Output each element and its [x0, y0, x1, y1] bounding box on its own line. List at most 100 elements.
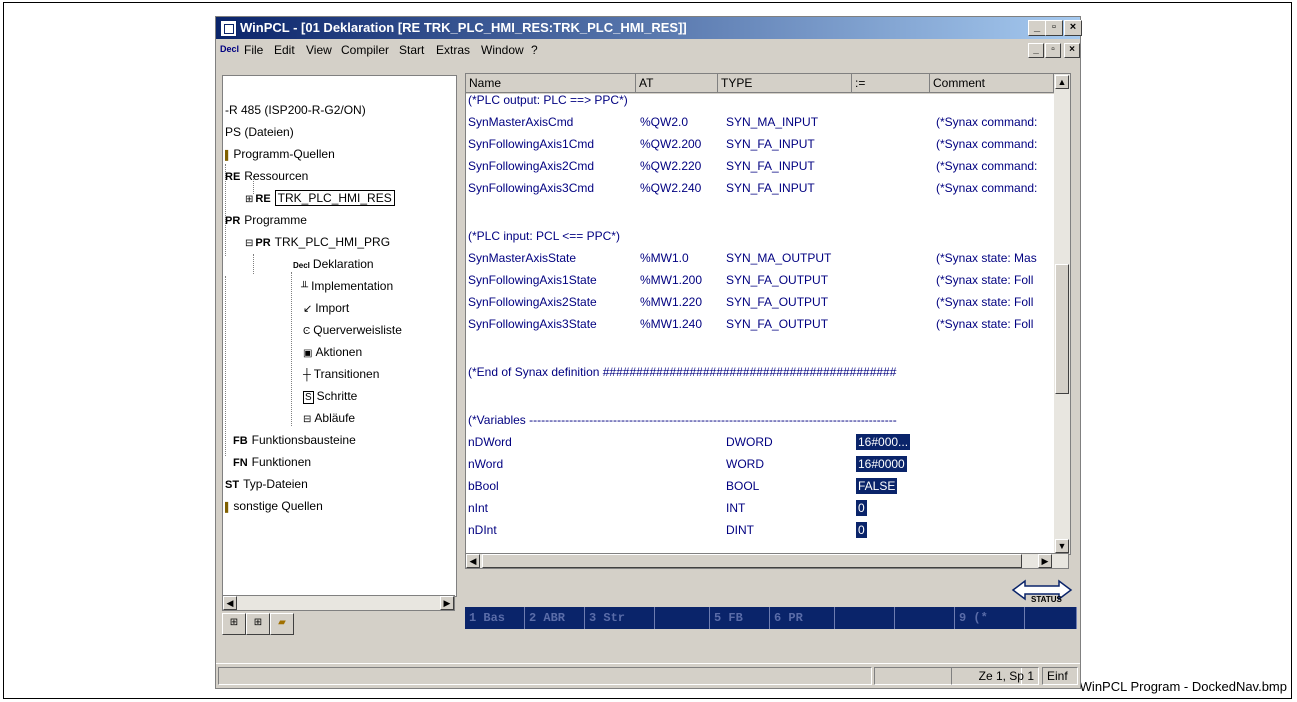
- editor-line[interactable]: nInt INT 0: [468, 500, 1058, 516]
- scroll-up-icon[interactable]: ▲: [1055, 75, 1069, 89]
- folder-icon: ▌: [225, 150, 232, 160]
- editor-line[interactable]: nWord WORD 16#0000: [468, 456, 1058, 472]
- menu-compiler[interactable]: Compiler: [341, 43, 389, 57]
- editor-tabstrip: 1 Bas 2 ABR 3 Str 5 FB 6 PR 9 (*: [465, 607, 1077, 629]
- minimize-button[interactable]: _: [1028, 20, 1046, 36]
- menu-window[interactable]: Window: [481, 43, 524, 57]
- scroll-right-icon[interactable]: ▶: [1038, 554, 1052, 568]
- tab-7[interactable]: [835, 607, 895, 629]
- editor-line[interactable]: SynFollowingAxis3Cmd %QW2.240 SYN_FA_INPUT…: [468, 180, 1058, 196]
- tree-item[interactable]: S Schritte: [303, 388, 357, 404]
- editor-line[interactable]: nDWord DWORD 16#000...: [468, 434, 1058, 450]
- tab-3[interactable]: 3 Str: [585, 607, 655, 629]
- menu-start[interactable]: Start: [399, 43, 424, 57]
- tab-5[interactable]: 5 FB: [710, 607, 770, 629]
- scroll-thumb[interactable]: [1055, 264, 1069, 394]
- app-icon: [220, 20, 237, 37]
- scroll-left-icon[interactable]: ◀: [466, 554, 480, 568]
- collapse-icon[interactable]: ⊟: [245, 238, 253, 249]
- maximize-button[interactable]: ▫: [1045, 20, 1063, 36]
- expand-icon[interactable]: ⊞: [245, 194, 253, 205]
- cursor-position: Ze 1, Sp 1: [951, 667, 1039, 685]
- scroll-left-icon[interactable]: ◀: [223, 596, 237, 610]
- folder-icon: ▌: [225, 502, 232, 512]
- tree-item[interactable]: Ͼ Querverweisliste: [303, 322, 402, 338]
- tab-10[interactable]: [1025, 607, 1077, 629]
- tree-item[interactable]: ⊟ Abläufe: [303, 410, 355, 426]
- tree-item[interactable]: ┼ Transitionen: [303, 366, 379, 382]
- scroll-right-icon[interactable]: ▶: [440, 596, 454, 610]
- tab-8[interactable]: [895, 607, 955, 629]
- editor-horizontal-scrollbar[interactable]: ◀ ▶: [465, 553, 1069, 569]
- tree-item[interactable]: PS (Dateien): [225, 124, 294, 140]
- resource-view-tab-icon[interactable]: ⊞: [246, 613, 270, 635]
- menu-edit[interactable]: Edit: [274, 43, 295, 57]
- tree-item[interactable]: FN Funktionen: [233, 454, 311, 470]
- menu-extras[interactable]: Extras: [436, 43, 470, 57]
- tab-9[interactable]: 9 (*: [955, 607, 1025, 629]
- actions-icon: ▣: [303, 348, 313, 359]
- status-button[interactable]: STATUS: [1011, 579, 1073, 605]
- editor-line[interactable]: SynMasterAxisState %MW1.0 SYN_MA_OUTPUT (*S…: [468, 250, 1058, 266]
- navigator-tabs: ⊞ ⊞ ▰: [222, 613, 455, 635]
- winpcl-window: WinPCL - [01 Deklaration [RE TRK_PLC_HMI…: [215, 16, 1082, 689]
- tree-item[interactable]: ST Typ-Dateien: [225, 476, 308, 492]
- menu-help[interactable]: ?: [531, 43, 538, 57]
- tab-6[interactable]: 6 PR: [770, 607, 835, 629]
- declaration-editor[interactable]: Name AT TYPE := Comment (*PLC output: PL…: [465, 73, 1071, 555]
- window-title: WinPCL - [01 Deklaration [RE TRK_PLC_HMI…: [240, 20, 687, 35]
- col-type[interactable]: TYPE: [718, 74, 852, 93]
- scroll-thumb[interactable]: [482, 554, 1022, 568]
- tab-4[interactable]: [655, 607, 710, 629]
- tab-2[interactable]: 2 ABR: [525, 607, 585, 629]
- close-button[interactable]: ×: [1064, 20, 1082, 36]
- tree-item[interactable]: ▣ Aktionen: [303, 344, 362, 360]
- tree-item[interactable]: PR Programme: [225, 212, 307, 228]
- editor-line[interactable]: (*End of Synax definition ##############…: [468, 364, 1054, 380]
- tree-item-selected[interactable]: ⊞ RE TRK_PLC_HMI_RES: [245, 190, 395, 206]
- editor-line[interactable]: bBool BOOL FALSE: [468, 478, 1058, 494]
- tree-item[interactable]: Decl Deklaration: [293, 256, 374, 272]
- col-comment[interactable]: Comment: [930, 74, 1054, 93]
- tree-item[interactable]: RE Ressourcen: [225, 168, 308, 184]
- tree-item[interactable]: ↙ Import: [303, 300, 349, 316]
- tree-item[interactable]: -R 485 (ISP200-R-G2/ON): [225, 102, 366, 118]
- mdi-maximize-button[interactable]: ▫: [1045, 43, 1061, 58]
- tree-item[interactable]: ╨ Implementation: [301, 278, 393, 294]
- crossref-icon: Ͼ: [303, 326, 311, 337]
- menu-bar: Decl File Edit View Compiler Start Extra…: [216, 40, 1080, 60]
- mdi-minimize-button[interactable]: _: [1028, 43, 1044, 58]
- tree-item[interactable]: ⊟ PR TRK_PLC_HMI_PRG: [245, 234, 390, 250]
- tree-item[interactable]: ▌ sonstige Quellen: [225, 498, 323, 514]
- editor-line[interactable]: nDInt DINT 0: [468, 522, 1058, 538]
- col-at[interactable]: AT: [636, 74, 718, 93]
- menu-file[interactable]: File: [244, 43, 263, 57]
- editor-vertical-scrollbar[interactable]: ▲ ▼: [1054, 74, 1070, 554]
- menu-view[interactable]: View: [306, 43, 332, 57]
- editor-line[interactable]: (*Variables ----------------------------…: [468, 412, 1054, 428]
- editor-line[interactable]: SynFollowingAxis1Cmd %QW2.200 SYN_FA_INPUT…: [468, 136, 1058, 152]
- tree-horizontal-scrollbar[interactable]: ◀ ▶: [222, 595, 455, 611]
- sequence-icon: ⊟: [303, 414, 312, 425]
- col-name[interactable]: Name: [466, 74, 636, 93]
- tree-item[interactable]: ▌ Programm-Quellen: [225, 146, 335, 162]
- editor-line[interactable]: SynFollowingAxis2State %MW1.220 SYN_FA_OUT…: [468, 294, 1058, 310]
- tree-item[interactable]: FB Funktionsbausteine: [233, 432, 356, 448]
- document-icon[interactable]: Decl: [220, 44, 239, 54]
- col-init[interactable]: :=: [852, 74, 930, 93]
- editor-line[interactable]: SynFollowingAxis2Cmd %QW2.220 SYN_FA_INPUT…: [468, 158, 1058, 174]
- title-bar[interactable]: WinPCL - [01 Deklaration [RE TRK_PLC_HMI…: [216, 17, 1082, 39]
- editor-line[interactable]: SynFollowingAxis3State %MW1.240 SYN_FA_OUT…: [468, 316, 1058, 332]
- tab-1[interactable]: 1 Bas: [465, 607, 525, 629]
- import-icon: ↙: [303, 303, 313, 315]
- figure-caption: WinPCL Program - DockedNav.bmp: [1079, 679, 1287, 694]
- insert-mode: Einf: [1042, 667, 1078, 685]
- folder-view-tab-icon[interactable]: ▰: [270, 613, 294, 635]
- transition-icon: ┼: [303, 369, 311, 381]
- tree-view-tab-icon[interactable]: ⊞: [222, 613, 246, 635]
- editor-line[interactable]: SynFollowingAxis1State %MW1.200 SYN_FA_OUT…: [468, 272, 1058, 288]
- scroll-down-icon[interactable]: ▼: [1055, 539, 1069, 553]
- mdi-close-button[interactable]: ×: [1064, 43, 1080, 58]
- project-tree[interactable]: -R 485 (ISP200-R-G2/ON) PS (Dateien) ▌ Pr…: [222, 75, 457, 597]
- editor-line[interactable]: SynMasterAxisCmd %QW2.0 SYN_MA_INPUT (*Syna…: [468, 114, 1058, 130]
